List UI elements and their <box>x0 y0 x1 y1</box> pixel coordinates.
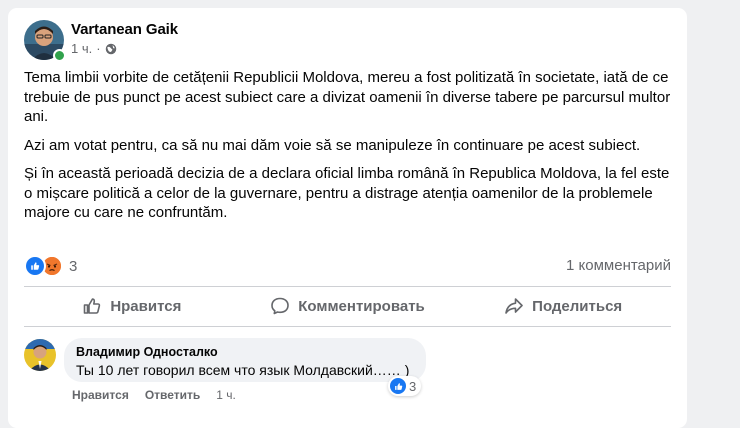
post-author-name[interactable]: Vartanean Gaik <box>71 21 178 38</box>
comment-button-label: Комментировать <box>298 297 425 315</box>
divider <box>24 286 671 287</box>
comment-author-name[interactable]: Владимир Односталко <box>76 345 218 359</box>
like-icon <box>24 255 46 277</box>
comment-reply-button[interactable]: Ответить <box>145 388 200 402</box>
post-paragraph: Și în această perioadă decizia de a decl… <box>24 165 670 221</box>
globe-icon[interactable] <box>105 43 117 55</box>
comment-button[interactable]: Комментировать <box>240 288 456 324</box>
comment-actions: Нравится Ответить 1 ч. <box>72 388 236 402</box>
post-actions-bar: Нравится Комментировать Поделиться <box>24 288 671 324</box>
share-button[interactable]: Поделиться <box>455 288 671 324</box>
comment-time[interactable]: 1 ч. <box>216 388 236 402</box>
divider <box>24 326 671 327</box>
comments-count-link[interactable]: 1 комментарий <box>566 257 671 274</box>
like-button[interactable]: Нравится <box>24 288 240 324</box>
share-button-label: Поделиться <box>532 297 623 315</box>
thumbs-up-icon <box>82 296 102 316</box>
online-status-dot <box>53 49 66 62</box>
share-arrow-icon <box>504 296 524 316</box>
reactions-count: 3 <box>69 257 78 275</box>
post-meta: 1 ч. · <box>71 41 117 56</box>
post-time[interactable]: 1 ч. <box>71 41 92 56</box>
like-button-label: Нравится <box>110 297 182 315</box>
post-paragraph: Azi am votat pentru, ca să nu mai dăm vo… <box>24 136 641 154</box>
comment-bubble: Владимир Односталко Ты 10 лет говорил вс… <box>64 338 426 382</box>
comment-text: Ты 10 лет говорил всем что язык Молдавск… <box>76 362 410 378</box>
comment-like-button[interactable]: Нравится <box>72 388 129 402</box>
post-card: Vartanean Gaik 1 ч. · Tema limbii vorbit… <box>8 8 687 428</box>
comment-bubble-icon <box>270 296 290 316</box>
post-text: Tema limbii vorbite de cetățenii Republi… <box>24 68 674 232</box>
post-paragraph: Tema limbii vorbite de cetățenii Republi… <box>24 69 671 125</box>
comment-reactions-count: 3 <box>409 378 417 394</box>
comment-reactions[interactable]: 3 <box>388 376 422 396</box>
commenter-avatar[interactable] <box>24 339 56 371</box>
like-icon <box>390 378 406 394</box>
reactions-summary[interactable]: 3 <box>24 255 77 277</box>
meta-separator: · <box>96 41 101 56</box>
